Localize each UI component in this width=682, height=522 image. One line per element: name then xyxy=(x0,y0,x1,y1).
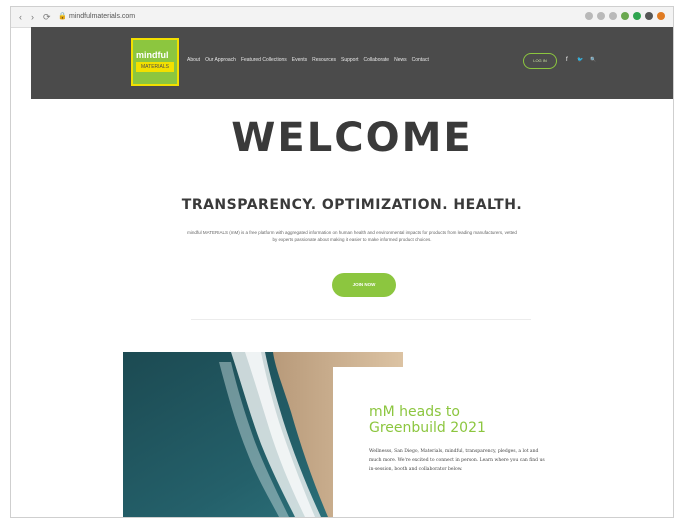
logo-text-top: mindful xyxy=(136,50,169,60)
menu-item-about[interactable]: About xyxy=(187,57,200,63)
menu-item-contact[interactable]: Contact xyxy=(412,57,429,63)
address-bar[interactable]: mindfulmaterials.com xyxy=(69,11,159,23)
site-lock-icon[interactable]: 🔒 xyxy=(58,11,67,23)
menu-item-support[interactable]: Support xyxy=(341,57,359,63)
main-menu: About Our Approach Featured Collections … xyxy=(187,57,429,63)
extension-icon[interactable] xyxy=(621,12,629,20)
back-icon[interactable]: ‹ xyxy=(19,11,22,23)
browser-toolbar: ‹ › ⟳ 🔒 mindfulmaterials.com xyxy=(11,7,673,28)
extension-icon[interactable] xyxy=(597,12,605,20)
menu-dot-icon[interactable] xyxy=(645,12,653,20)
join-now-button[interactable]: JOIN NOW xyxy=(332,273,396,297)
tagline: TRANSPARENCY. OPTIMIZATION. HEALTH. xyxy=(181,197,523,213)
intro-description: mindful MATERIALS (mM) is a free platfor… xyxy=(187,230,517,242)
article-card xyxy=(333,367,583,517)
divider xyxy=(191,319,531,320)
menu-item-featured-collections[interactable]: Featured Collections xyxy=(241,57,287,63)
extension-icon[interactable] xyxy=(585,12,593,20)
menu-item-events[interactable]: Events xyxy=(292,57,307,63)
search-icon[interactable]: 🔍 xyxy=(590,57,596,63)
site-logo[interactable]: mindful MATERIALS xyxy=(131,38,179,86)
site-header: mindful MATERIALS About Our Approach Fea… xyxy=(31,27,673,99)
menu-item-our-approach[interactable]: Our Approach xyxy=(205,57,236,63)
menu-item-resources[interactable]: Resources xyxy=(312,57,336,63)
menu-item-news[interactable]: News xyxy=(394,57,407,63)
extension-icon[interactable] xyxy=(633,12,641,20)
reload-icon[interactable]: ⟳ xyxy=(43,11,51,23)
logo-text-bottom: MATERIALS xyxy=(136,62,174,72)
article-excerpt: Wellnesss, San Diego, Materials, mindful… xyxy=(369,449,545,472)
browser-frame: ‹ › ⟳ 🔒 mindfulmaterials.com mindful MAT… xyxy=(10,6,674,518)
menu-item-collaborate[interactable]: Collaborate xyxy=(364,57,390,63)
extension-icon[interactable] xyxy=(609,12,617,20)
login-button[interactable]: LOG IN xyxy=(523,53,557,69)
page-title: WELCOME xyxy=(231,115,473,161)
forward-icon[interactable]: › xyxy=(31,11,34,23)
profile-avatar[interactable] xyxy=(657,12,665,20)
facebook-icon[interactable]: f xyxy=(566,57,568,63)
twitter-icon[interactable]: 🐦 xyxy=(577,57,583,63)
article-title[interactable]: mM heads to Greenbuild 2021 xyxy=(369,404,529,436)
